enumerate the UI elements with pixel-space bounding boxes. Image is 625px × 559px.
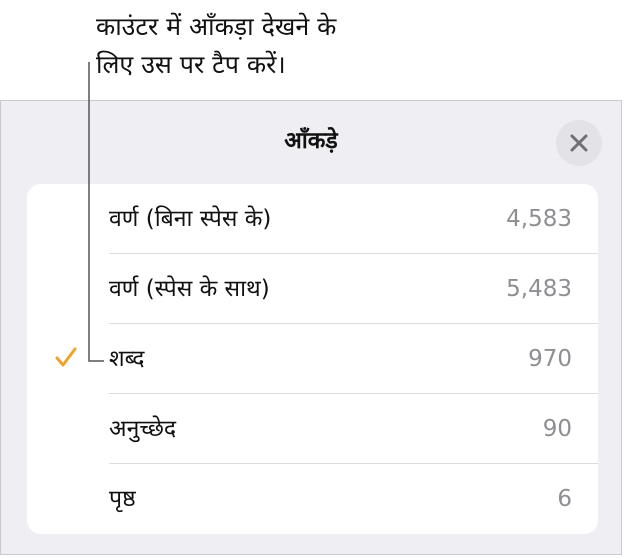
callout-text: काउंटर में आँकड़ा देखने के लिए उस पर टैप… [96, 8, 396, 84]
stat-row-characters-no-spaces[interactable]: वर्ण (बिना स्पेस के) 4,583 [27, 184, 598, 254]
stat-row-paragraphs[interactable]: अनुच्छेद 90 [27, 394, 598, 464]
stat-value: 5,483 [506, 276, 572, 302]
stat-label: वर्ण (बिना स्पेस के) [109, 206, 272, 232]
callout-line-1: काउंटर में आँकड़ा देखने के [96, 12, 337, 41]
stat-value: 6 [557, 486, 572, 512]
stat-row-pages[interactable]: पृष्ठ 6 [27, 464, 598, 534]
stat-row-characters-with-spaces[interactable]: वर्ण (स्पेस के साथ) 5,483 [27, 254, 598, 324]
stat-value: 4,583 [506, 206, 572, 232]
stat-label: वर्ण (स्पेस के साथ) [109, 276, 270, 302]
stat-value: 90 [542, 416, 572, 442]
stat-label: अनुच्छेद [109, 416, 177, 442]
stat-label: पृष्ठ [109, 486, 136, 512]
popover-title: आँकड़े [284, 128, 338, 154]
checkmark-icon [55, 347, 77, 367]
screenshot-stage: काउंटर में आँकड़ा देखने के लिए उस पर टैप… [0, 0, 625, 559]
callout-line-2: लिए उस पर टैप करें। [96, 50, 286, 79]
stat-row-words[interactable]: शब्द 970 [27, 324, 598, 394]
stat-value: 970 [528, 346, 572, 372]
close-icon [570, 134, 588, 152]
stats-list: वर्ण (बिना स्पेस के) 4,583 वर्ण (स्पेस क… [27, 184, 598, 534]
stat-label: शब्द [109, 346, 145, 372]
statistics-popover: आँकड़े वर्ण (बिना स्पेस के) 4,583 वर्ण (… [0, 100, 622, 555]
close-button[interactable] [556, 120, 602, 166]
